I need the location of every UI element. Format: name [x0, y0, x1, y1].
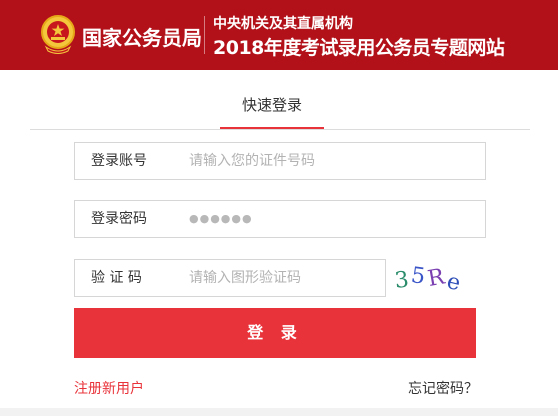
org-name: 国家公务员局	[82, 26, 202, 50]
account-field: 登录账号	[74, 142, 486, 180]
captcha-char: 5	[409, 263, 426, 290]
national-emblem-icon	[41, 15, 75, 54]
password-label: 登录密码	[91, 211, 147, 227]
captcha-image[interactable]: 3 5 R e	[393, 257, 473, 297]
header-subtitle-line1: 中央机关及其直属机构	[213, 16, 353, 32]
captcha-char: e	[444, 269, 463, 296]
captcha-char: 3	[393, 267, 410, 293]
header-divider	[204, 16, 205, 54]
captcha-field: 验 证 码	[74, 259, 386, 297]
tab-divider	[30, 129, 530, 130]
site-header: 国家公务员局 中央机关及其直属机构 2018年度考试录用公务员专题网站	[0, 0, 558, 70]
bottom-strip	[0, 408, 558, 416]
account-label: 登录账号	[91, 153, 147, 169]
password-field: 登录密码 ●●●●●●	[74, 200, 486, 238]
captcha-label: 验 证 码	[91, 270, 142, 286]
password-input[interactable]: ●●●●●●	[189, 201, 253, 237]
register-link[interactable]: 注册新用户	[74, 378, 144, 398]
login-button[interactable]: 登 录	[74, 308, 476, 358]
tab-quick-login[interactable]: 快速登录	[220, 92, 324, 130]
header-subtitle-line2: 2018年度考试录用公务员专题网站	[213, 37, 505, 59]
forgot-password-link[interactable]: 忘记密码？	[408, 378, 478, 398]
captcha-input[interactable]	[189, 264, 379, 292]
account-input[interactable]	[189, 147, 469, 175]
